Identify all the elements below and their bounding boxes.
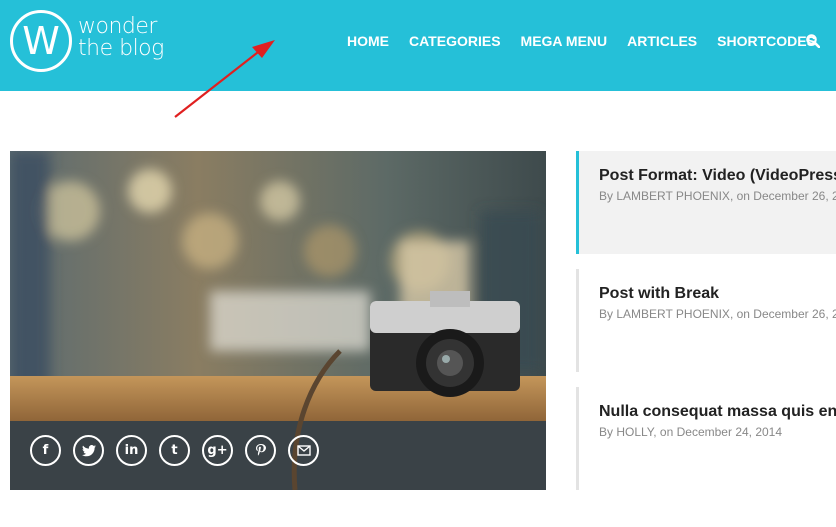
nav-home[interactable]: HOME [347, 33, 389, 49]
linkedin-icon[interactable]: in [116, 435, 147, 466]
post-meta: By LAMBERT PHOENIX, on December 26, 2014 [599, 189, 836, 203]
post-card[interactable]: Post with Break By LAMBERT PHOENIX, on D… [576, 269, 836, 372]
site-header: W wonder the blog HOME CATEGORIES MEGA M… [0, 0, 836, 91]
post-meta: By LAMBERT PHOENIX, on December 26, 2014 [599, 307, 836, 321]
featured-image[interactable]: f in t g+ [10, 151, 546, 490]
post-date: December 26, 2014 [753, 307, 836, 321]
post-author[interactable]: LAMBERT PHOENIX [616, 307, 730, 321]
twitter-icon[interactable] [73, 435, 104, 466]
social-share-bar: f in t g+ [30, 435, 319, 466]
post-card[interactable]: Post Format: Video (VideoPress) By LAMBE… [576, 151, 836, 254]
facebook-icon[interactable]: f [30, 435, 61, 466]
logo-line-2: the blog [78, 36, 164, 61]
post-title[interactable]: Post Format: Video (VideoPress) [599, 166, 836, 186]
google-plus-icon[interactable]: g+ [202, 435, 233, 466]
main-nav: HOME CATEGORIES MEGA MENU ARTICLES SHORT… [347, 33, 816, 49]
logo-line-1: wonder [78, 14, 157, 39]
logo-mark: W [10, 10, 72, 72]
post-meta: By HOLLY, on December 24, 2014 [599, 425, 783, 439]
nav-categories[interactable]: CATEGORIES [409, 33, 501, 49]
post-author[interactable]: LAMBERT PHOENIX [616, 189, 730, 203]
post-title[interactable]: Nulla consequat massa quis enim [599, 402, 836, 422]
pinterest-icon[interactable] [245, 435, 276, 466]
nav-mega-menu[interactable]: MEGA MENU [521, 33, 608, 49]
post-card[interactable]: Nulla consequat massa quis enim By HOLLY… [576, 387, 836, 490]
nav-articles[interactable]: ARTICLES [627, 33, 697, 49]
post-date: December 24, 2014 [676, 425, 783, 439]
tumblr-icon[interactable]: t [159, 435, 190, 466]
email-icon[interactable] [288, 435, 319, 466]
post-title[interactable]: Post with Break [599, 284, 836, 304]
logo-text: wonder the blog [78, 16, 164, 60]
search-icon[interactable] [806, 34, 821, 53]
post-author[interactable]: HOLLY [616, 425, 653, 439]
post-date: December 26, 2014 [753, 189, 836, 203]
nav-shortcodes[interactable]: SHORTCODES [717, 33, 816, 49]
